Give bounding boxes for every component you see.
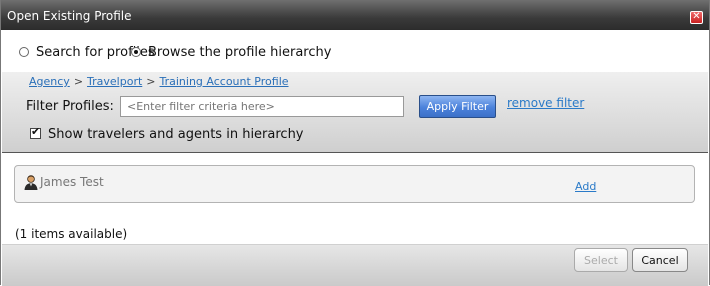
checkmark-icon: ✔ [31,125,41,138]
filter-profiles-label: Filter Profiles: [26,99,114,114]
breadcrumb-travelport[interactable]: Travelport [87,75,142,88]
title-bar: Open Existing Profile ✕ [1,0,709,30]
radio-browse-hierarchy-label: Browse the profile hierarchy [148,45,332,60]
cancel-button[interactable]: Cancel [632,248,688,272]
radio-button-icon[interactable] [19,47,29,57]
remove-filter-link[interactable]: remove filter [507,96,584,110]
filter-panel: Agency > Travelport > Training Account Profi… [2,72,708,153]
radio-browse-hierarchy[interactable]: Browse the profile hierarchy [131,45,331,60]
breadcrumb: Agency > Travelport > Training Account Profi… [29,75,289,88]
breadcrumb-separator: > [73,75,84,88]
profile-name: James Test [40,175,104,189]
checkbox-icon[interactable]: ✔ [30,125,41,139]
breadcrumb-agency[interactable]: Agency [29,75,70,88]
radio-button-checked-icon[interactable] [131,47,141,57]
profile-results-list: James Test Add [14,165,695,203]
list-item[interactable]: James Test [23,174,104,190]
person-icon [24,175,38,190]
show-travelers-label: Show travelers and agents in hierarchy [48,127,304,142]
open-existing-profile-dialog: Open Existing Profile ✕ Search for profi… [0,0,710,286]
apply-filter-button[interactable]: Apply Filter [419,95,496,118]
dialog-footer: Select Cancel [2,244,708,286]
add-profile-link[interactable]: Add [575,180,596,193]
filter-input[interactable] [120,96,404,117]
select-button[interactable]: Select [574,248,628,272]
items-count: (1 items available) [15,227,128,241]
show-travelers-checkbox[interactable]: ✔ Show travelers and agents in hierarchy [30,125,304,142]
breadcrumb-separator: > [146,75,156,88]
close-icon[interactable]: ✕ [690,11,703,24]
breadcrumb-training-account-profile[interactable]: Training Account Profile [160,75,289,88]
dialog-title: Open Existing Profile [7,9,132,23]
